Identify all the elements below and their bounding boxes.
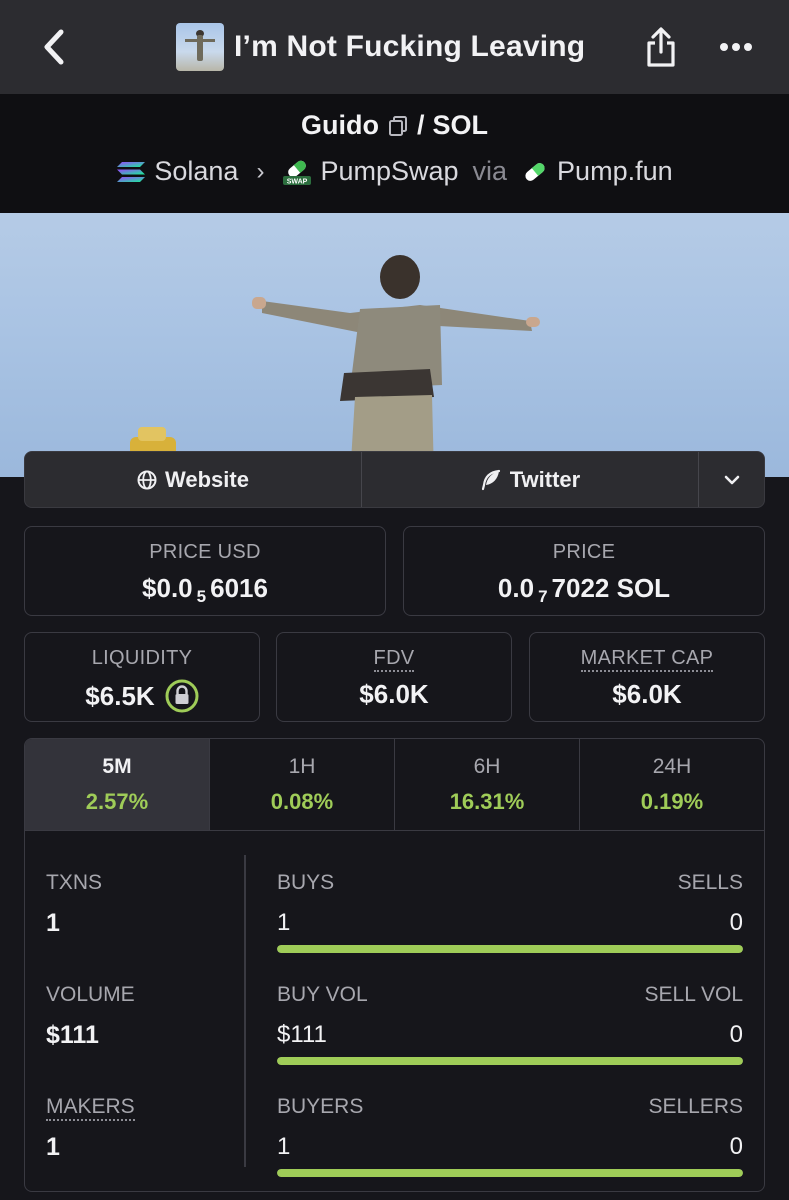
volume-label: VOLUME (46, 983, 135, 1006)
timeframe-tabs: 5M 2.57% 1H 0.08% 6H 16.31% 24H 0.19% (25, 739, 764, 831)
base-token-symbol: Guido (300, 110, 379, 140)
sells-label: SELLS (677, 871, 743, 894)
txns-row: TXNS 1 BUYS SELLS 1 0 (25, 851, 764, 953)
website-label: Website (165, 466, 249, 492)
svg-text:SWAP: SWAP (287, 178, 308, 185)
tab-1h[interactable]: 1H 0.08% (210, 739, 395, 830)
liquidity-label: LIQUIDITY (91, 647, 193, 669)
buyers-label: BUYERS (277, 1095, 364, 1118)
buys-sells-ratio-bar (277, 945, 743, 953)
pair-name: Guido / SOL (0, 110, 789, 141)
trade-metrics: TXNS 1 BUYS SELLS 1 0 VOLUME $111 BUY VO… (25, 831, 764, 1191)
launchpad-name: Pump.fun (557, 156, 673, 186)
market-cap-label[interactable]: MARKET CAP (530, 647, 764, 672)
sellers-label: SELLERS (648, 1095, 743, 1118)
website-button[interactable]: Website (25, 452, 362, 507)
fdv-label[interactable]: FDV (277, 647, 511, 672)
volume-row: VOLUME $111 BUY VOL SELL VOL $111 0 (25, 963, 764, 1065)
liquidity-value-row: $6.5K (25, 679, 259, 713)
page-title: I’m Not Fucking Leaving (234, 30, 586, 63)
makers-value: 1 (46, 1133, 60, 1161)
txns-value: 1 (46, 909, 60, 937)
tab-5m[interactable]: 5M 2.57% (25, 739, 210, 830)
makers-row: MAKERS 1 BUYERS SELLERS 1 0 (25, 1075, 764, 1177)
lock-icon[interactable] (165, 679, 199, 713)
sell-vol-label: SELL VOL (644, 983, 743, 1006)
twitter-button[interactable]: Twitter (362, 452, 699, 507)
change-1h: 0.08% (270, 789, 334, 814)
back-button[interactable] (32, 22, 76, 72)
feather-icon (481, 469, 500, 490)
chain-solana[interactable]: Solana (116, 156, 238, 187)
more-options-button[interactable] (712, 22, 760, 72)
price-usd-box: PRICE USD $0.0 5 6016 (24, 526, 386, 616)
volume-value: $111 (46, 1021, 99, 1049)
fdv-value: $6.0K (359, 679, 429, 709)
price-usd-value: $0.0 5 6016 (142, 573, 268, 606)
change-5m: 2.57% (85, 789, 149, 814)
market-cap-box: MARKET CAP $6.0K (529, 632, 765, 722)
globe-icon (137, 470, 157, 489)
chain-breadcrumb: Solana › SWAP PumpSwap via Pump.fun (0, 156, 789, 187)
price-native-box: PRICE 0.0 7 7022 SOL (403, 526, 765, 616)
makers-ratio-bar (277, 1169, 743, 1177)
via-label: via (472, 156, 508, 186)
share-button[interactable] (640, 22, 682, 72)
more-horizontal-icon (720, 43, 752, 51)
tab-24h[interactable]: 24H 0.19% (580, 739, 764, 830)
dex-name: PumpSwap (320, 156, 459, 186)
pumpswap-icon: SWAP (283, 160, 312, 185)
txns-label: TXNS (46, 871, 103, 894)
buy-vol-value: $111 (277, 1021, 327, 1048)
pair-header: Guido / SOL Solana › SWAP PumpSwap via P… (0, 94, 789, 213)
buys-value: 1 (277, 909, 291, 936)
change-24h: 0.19% (640, 789, 704, 814)
sell-vol-value: 0 (729, 1021, 743, 1048)
twitter-label: Twitter (509, 466, 581, 492)
liquidity-value: $6.5K (85, 680, 155, 711)
token-banner-image (0, 213, 789, 477)
chevron-right-icon: › (256, 157, 265, 185)
tab-6h[interactable]: 6H 16.31% (395, 739, 580, 830)
buys-label: BUYS (277, 871, 335, 894)
social-links-bar: Website Twitter (24, 451, 765, 508)
market-cap-value: $6.0K (612, 679, 682, 709)
token-title-group: I’m Not Fucking Leaving (176, 22, 585, 72)
buyers-value: 1 (277, 1133, 291, 1160)
chevron-down-icon (724, 475, 739, 484)
quote-token-symbol: SOL (432, 110, 488, 140)
price-usd-label: PRICE USD (149, 541, 261, 563)
share-icon (647, 27, 675, 67)
timeframe-panel: 5M 2.57% 1H 0.08% 6H 16.31% 24H 0.19% TX… (24, 738, 765, 1192)
sellers-value: 0 (729, 1133, 743, 1160)
chevron-left-icon (44, 29, 64, 65)
price-native-value: 0.0 7 7022 SOL (497, 573, 671, 606)
fdv-box: FDV $6.0K (276, 632, 512, 722)
volume-ratio-bar (277, 1057, 743, 1065)
copy-icon[interactable] (387, 115, 409, 137)
launchpad-pumpfun[interactable]: Pump.fun (521, 156, 673, 187)
solana-icon (117, 161, 146, 182)
liquidity-box: LIQUIDITY $6.5K (24, 632, 260, 722)
pill-icon (525, 162, 545, 181)
change-6h: 16.31% (449, 789, 525, 814)
pair-separator: / (416, 110, 425, 140)
buy-vol-label: BUY VOL (277, 983, 368, 1006)
token-avatar (176, 23, 224, 71)
sells-value: 0 (729, 909, 743, 936)
more-links-button[interactable] (699, 452, 764, 507)
chain-name: Solana (154, 156, 239, 186)
top-bar: I’m Not Fucking Leaving (0, 0, 789, 94)
price-native-label: PRICE (552, 541, 616, 563)
makers-label[interactable]: MAKERS (46, 1095, 135, 1121)
dex-pumpswap[interactable]: SWAP PumpSwap (282, 156, 459, 187)
